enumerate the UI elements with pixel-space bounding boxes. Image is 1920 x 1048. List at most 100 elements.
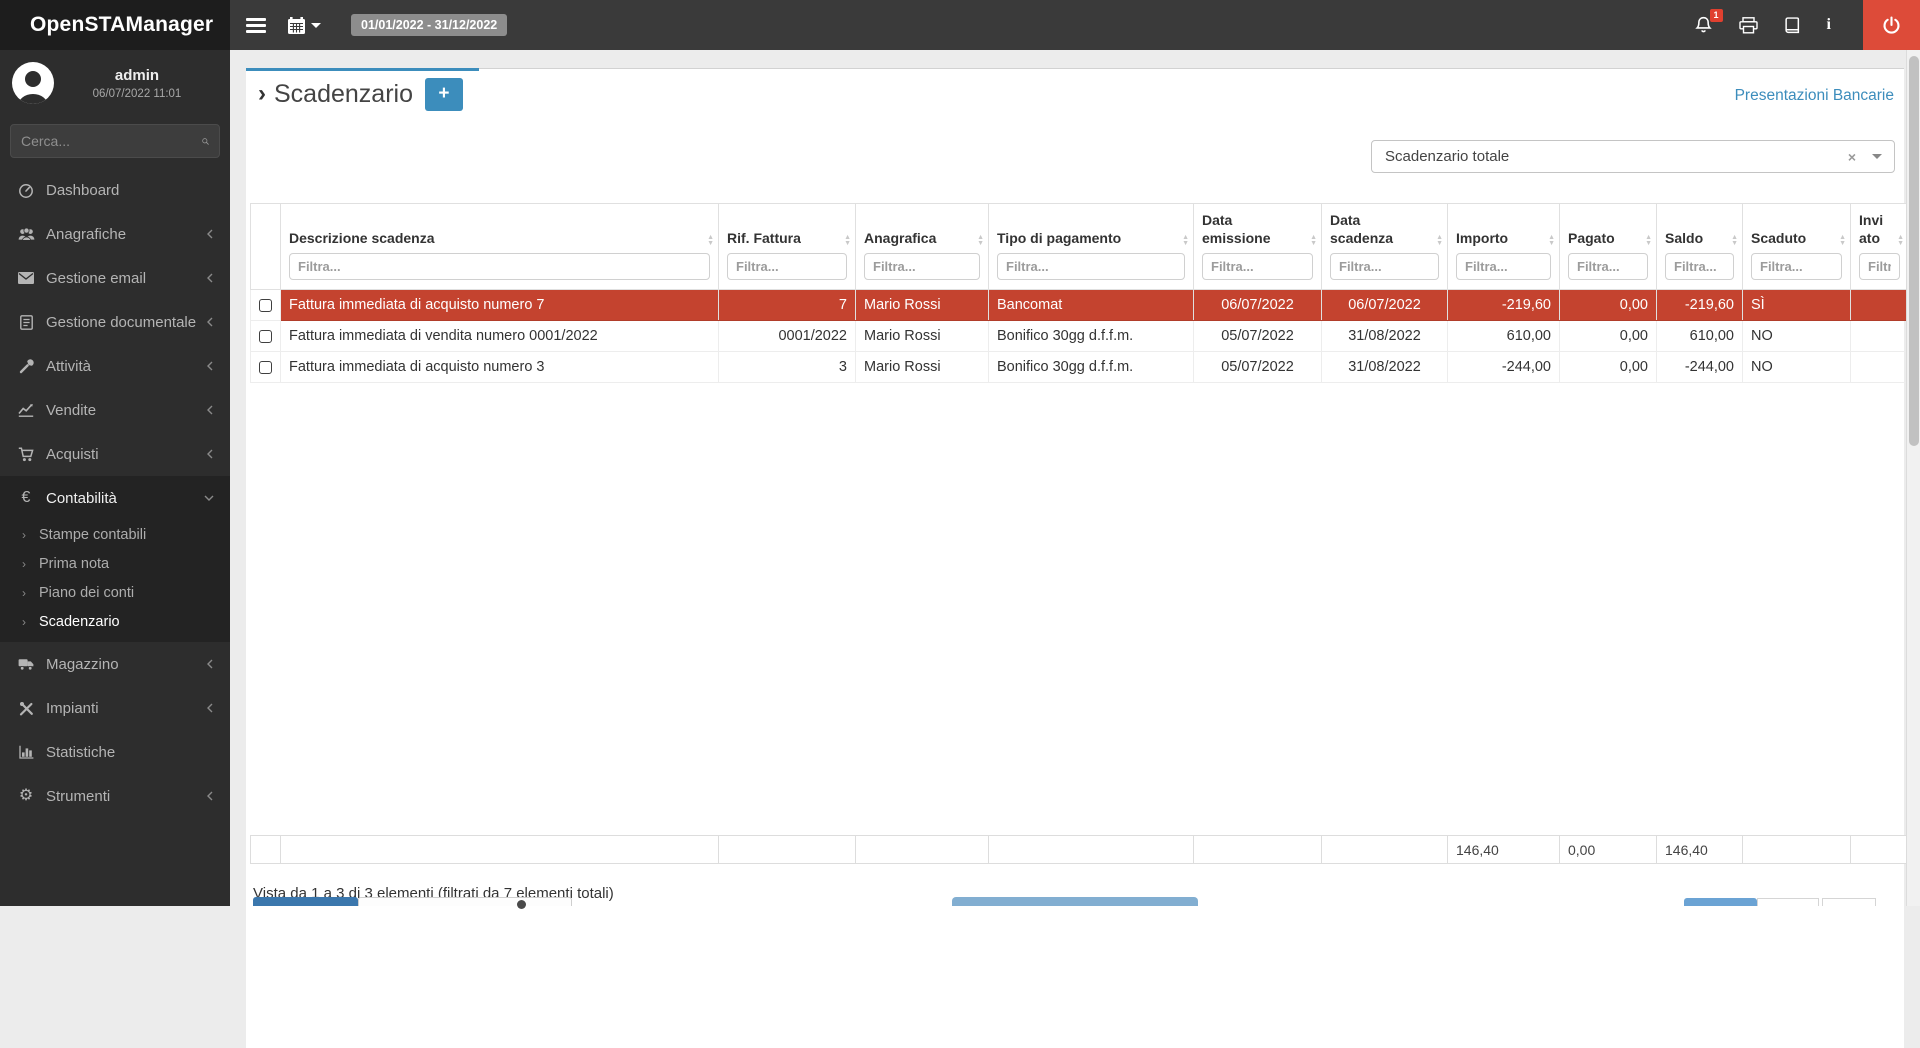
col-data-scadenza[interactable]: Data scadenza ▲ ▼ bbox=[1321, 203, 1448, 290]
filter-data-emissione-input[interactable] bbox=[1202, 253, 1313, 280]
col-descrizione[interactable]: Descrizione scadenza ▲ ▼ bbox=[280, 203, 719, 290]
info-button[interactable]: i bbox=[1827, 16, 1831, 34]
sort-icon[interactable]: ▲ ▼ bbox=[1645, 234, 1652, 247]
sidebar-item-label: Magazzino bbox=[46, 655, 119, 673]
sort-icon[interactable]: ▲ ▼ bbox=[1731, 234, 1738, 247]
cell-tipo-pagamento: Bonifico 30gg d.f.f.m. bbox=[988, 351, 1194, 383]
select-all-header bbox=[250, 203, 281, 290]
sidebar-item-scadenzario[interactable]: › Scadenzario bbox=[0, 607, 230, 636]
sidebar-item-piano-dei-conti[interactable]: › Piano dei conti bbox=[0, 578, 230, 607]
chevron-down-icon[interactable] bbox=[1872, 154, 1882, 159]
sidebar-toggle-button[interactable] bbox=[246, 17, 266, 33]
table-row[interactable]: Fattura immediata di vendita numero 0001… bbox=[250, 320, 1909, 352]
pagination-button[interactable] bbox=[1822, 898, 1876, 906]
sidebar-item-anagrafiche[interactable]: Anagrafiche bbox=[0, 212, 230, 256]
col-saldo[interactable]: Saldo ▲ ▼ bbox=[1656, 203, 1743, 290]
table-row[interactable]: Fattura immediata di acquisto numero 3 3… bbox=[250, 351, 1909, 383]
sort-icon[interactable]: ▲ ▼ bbox=[844, 234, 851, 247]
filter-anagrafica-input[interactable] bbox=[864, 253, 980, 280]
hamburger-icon bbox=[246, 17, 266, 33]
cell-inviato bbox=[1850, 351, 1909, 383]
sort-icon[interactable]: ▲ ▼ bbox=[1548, 234, 1555, 247]
presentazioni-bancarie-link[interactable]: Presentazioni Bancarie bbox=[1735, 87, 1894, 105]
row-checkbox[interactable] bbox=[259, 298, 272, 312]
user-panel: admin 06/07/2022 11:01 bbox=[0, 50, 230, 118]
filter-tipo-pagamento-input[interactable] bbox=[997, 253, 1185, 280]
filter-inviato-input[interactable] bbox=[1859, 253, 1900, 280]
sidebar-item-prima-nota[interactable]: › Prima nota bbox=[0, 549, 230, 578]
period-picker-button[interactable] bbox=[288, 16, 321, 34]
sort-icon[interactable]: ▲ ▼ bbox=[1182, 234, 1189, 247]
col-inviato[interactable]: Inviato ▲ ▼ bbox=[1850, 203, 1909, 290]
search-icon bbox=[202, 137, 209, 145]
cell-data-scadenza: 06/07/2022 bbox=[1321, 289, 1448, 321]
avatar[interactable] bbox=[12, 62, 54, 104]
sidebar-item-dashboard[interactable]: Dashboard bbox=[0, 168, 230, 212]
filter-rif-fattura-input[interactable] bbox=[727, 253, 847, 280]
sort-icon[interactable]: ▲ ▼ bbox=[1310, 234, 1317, 247]
col-data-emissione[interactable]: Data emissione ▲ ▼ bbox=[1193, 203, 1322, 290]
print-button[interactable] bbox=[1738, 16, 1758, 34]
sidebar-item-gestione-email[interactable]: Gestione email bbox=[0, 256, 230, 300]
sidebar-item-impianti[interactable]: Impianti bbox=[0, 686, 230, 730]
pagination-button[interactable] bbox=[1757, 898, 1819, 906]
sidebar-search[interactable] bbox=[10, 124, 220, 158]
truck-icon bbox=[15, 657, 37, 671]
filter-saldo-input[interactable] bbox=[1665, 253, 1734, 280]
row-checkbox[interactable] bbox=[259, 360, 272, 374]
col-tipo-pagamento[interactable]: Tipo di pagamento ▲ ▼ bbox=[988, 203, 1194, 290]
filter-descrizione-input[interactable] bbox=[289, 253, 710, 280]
submenu-item-label: Piano dei conti bbox=[39, 584, 135, 601]
col-rif-fattura[interactable]: Rif. Fattura ▲ ▼ bbox=[718, 203, 856, 290]
sidebar-item-gestione-documentale[interactable]: Gestione documentale bbox=[0, 300, 230, 344]
sidebar-item-label: Anagrafiche bbox=[46, 225, 127, 243]
sidebar-item-stampe-contabili[interactable]: › Stampe contabili bbox=[0, 520, 230, 549]
add-record-button[interactable]: + bbox=[424, 77, 463, 111]
export-button[interactable] bbox=[253, 897, 358, 906]
sidebar-item-acquisti[interactable]: Acquisti bbox=[0, 432, 230, 476]
cell-importo: 610,00 bbox=[1447, 320, 1560, 352]
manual-button[interactable] bbox=[1784, 16, 1801, 34]
filter-pagato-input[interactable] bbox=[1568, 253, 1648, 280]
filter-importo-input[interactable] bbox=[1456, 253, 1551, 280]
cell-importo: -219,60 bbox=[1447, 289, 1560, 321]
tab-scadenzario[interactable]: › Scadenzario + bbox=[246, 68, 479, 117]
sort-icon[interactable]: ▲ ▼ bbox=[707, 234, 714, 247]
col-anagrafica[interactable]: Anagrafica ▲ ▼ bbox=[855, 203, 989, 290]
scrollbar[interactable] bbox=[1906, 50, 1920, 906]
col-scaduto[interactable]: Scaduto ▲ ▼ bbox=[1742, 203, 1851, 290]
sidebar-item-label: Contabilità bbox=[46, 489, 117, 507]
sidebar-item-magazzino[interactable]: Magazzino bbox=[0, 642, 230, 686]
sidebar-item-vendite[interactable]: Vendite bbox=[0, 388, 230, 432]
sort-icon[interactable]: ▲ ▼ bbox=[977, 234, 984, 247]
search-input[interactable] bbox=[21, 133, 202, 149]
sort-icon[interactable]: ▲ ▼ bbox=[1436, 234, 1443, 247]
sidebar-item-contabilita[interactable]: € Contabilità bbox=[0, 476, 230, 520]
filter-scaduto-input[interactable] bbox=[1751, 253, 1842, 280]
sidebar-item-strumenti[interactable]: ⚙ Strumenti bbox=[0, 774, 230, 818]
col-importo[interactable]: Importo ▲ ▼ bbox=[1447, 203, 1560, 290]
col-pagato[interactable]: Pagato ▲ ▼ bbox=[1559, 203, 1657, 290]
logout-button[interactable] bbox=[1863, 0, 1920, 50]
date-range-badge[interactable]: 01/01/2022 - 31/12/2022 bbox=[351, 14, 508, 36]
clear-icon[interactable]: × bbox=[1848, 149, 1856, 165]
scrollbar-thumb[interactable] bbox=[1909, 56, 1919, 446]
pagination-current-page[interactable] bbox=[1684, 898, 1757, 906]
bulk-action-button[interactable] bbox=[952, 897, 1198, 906]
options-button[interactable] bbox=[358, 897, 572, 909]
view-select[interactable]: Scadenzario totale × bbox=[1371, 140, 1895, 173]
sort-icon[interactable]: ▲ ▼ bbox=[1897, 234, 1904, 247]
filter-data-scadenza-input[interactable] bbox=[1330, 253, 1439, 280]
main-content: › Scadenzario + Presentazioni Bancarie S… bbox=[230, 50, 1909, 1048]
printer-icon bbox=[1738, 16, 1758, 34]
sidebar-item-statistiche[interactable]: Statistiche bbox=[0, 730, 230, 774]
cell-importo: -244,00 bbox=[1447, 351, 1560, 383]
cell-data-scadenza: 31/08/2022 bbox=[1321, 351, 1448, 383]
sidebar-item-attivita[interactable]: Attività bbox=[0, 344, 230, 388]
cell-anagrafica: Mario Rossi bbox=[855, 320, 989, 352]
scadenze-table: Descrizione scadenza ▲▼ Rif. Fattura ▲▼ … bbox=[250, 203, 1909, 902]
sort-icon[interactable]: ▲ ▼ bbox=[1839, 234, 1846, 247]
notifications-button[interactable]: 1 bbox=[1694, 8, 1723, 35]
row-checkbox[interactable] bbox=[259, 329, 272, 343]
table-row[interactable]: Fattura immediata di acquisto numero 7 7… bbox=[250, 289, 1909, 321]
